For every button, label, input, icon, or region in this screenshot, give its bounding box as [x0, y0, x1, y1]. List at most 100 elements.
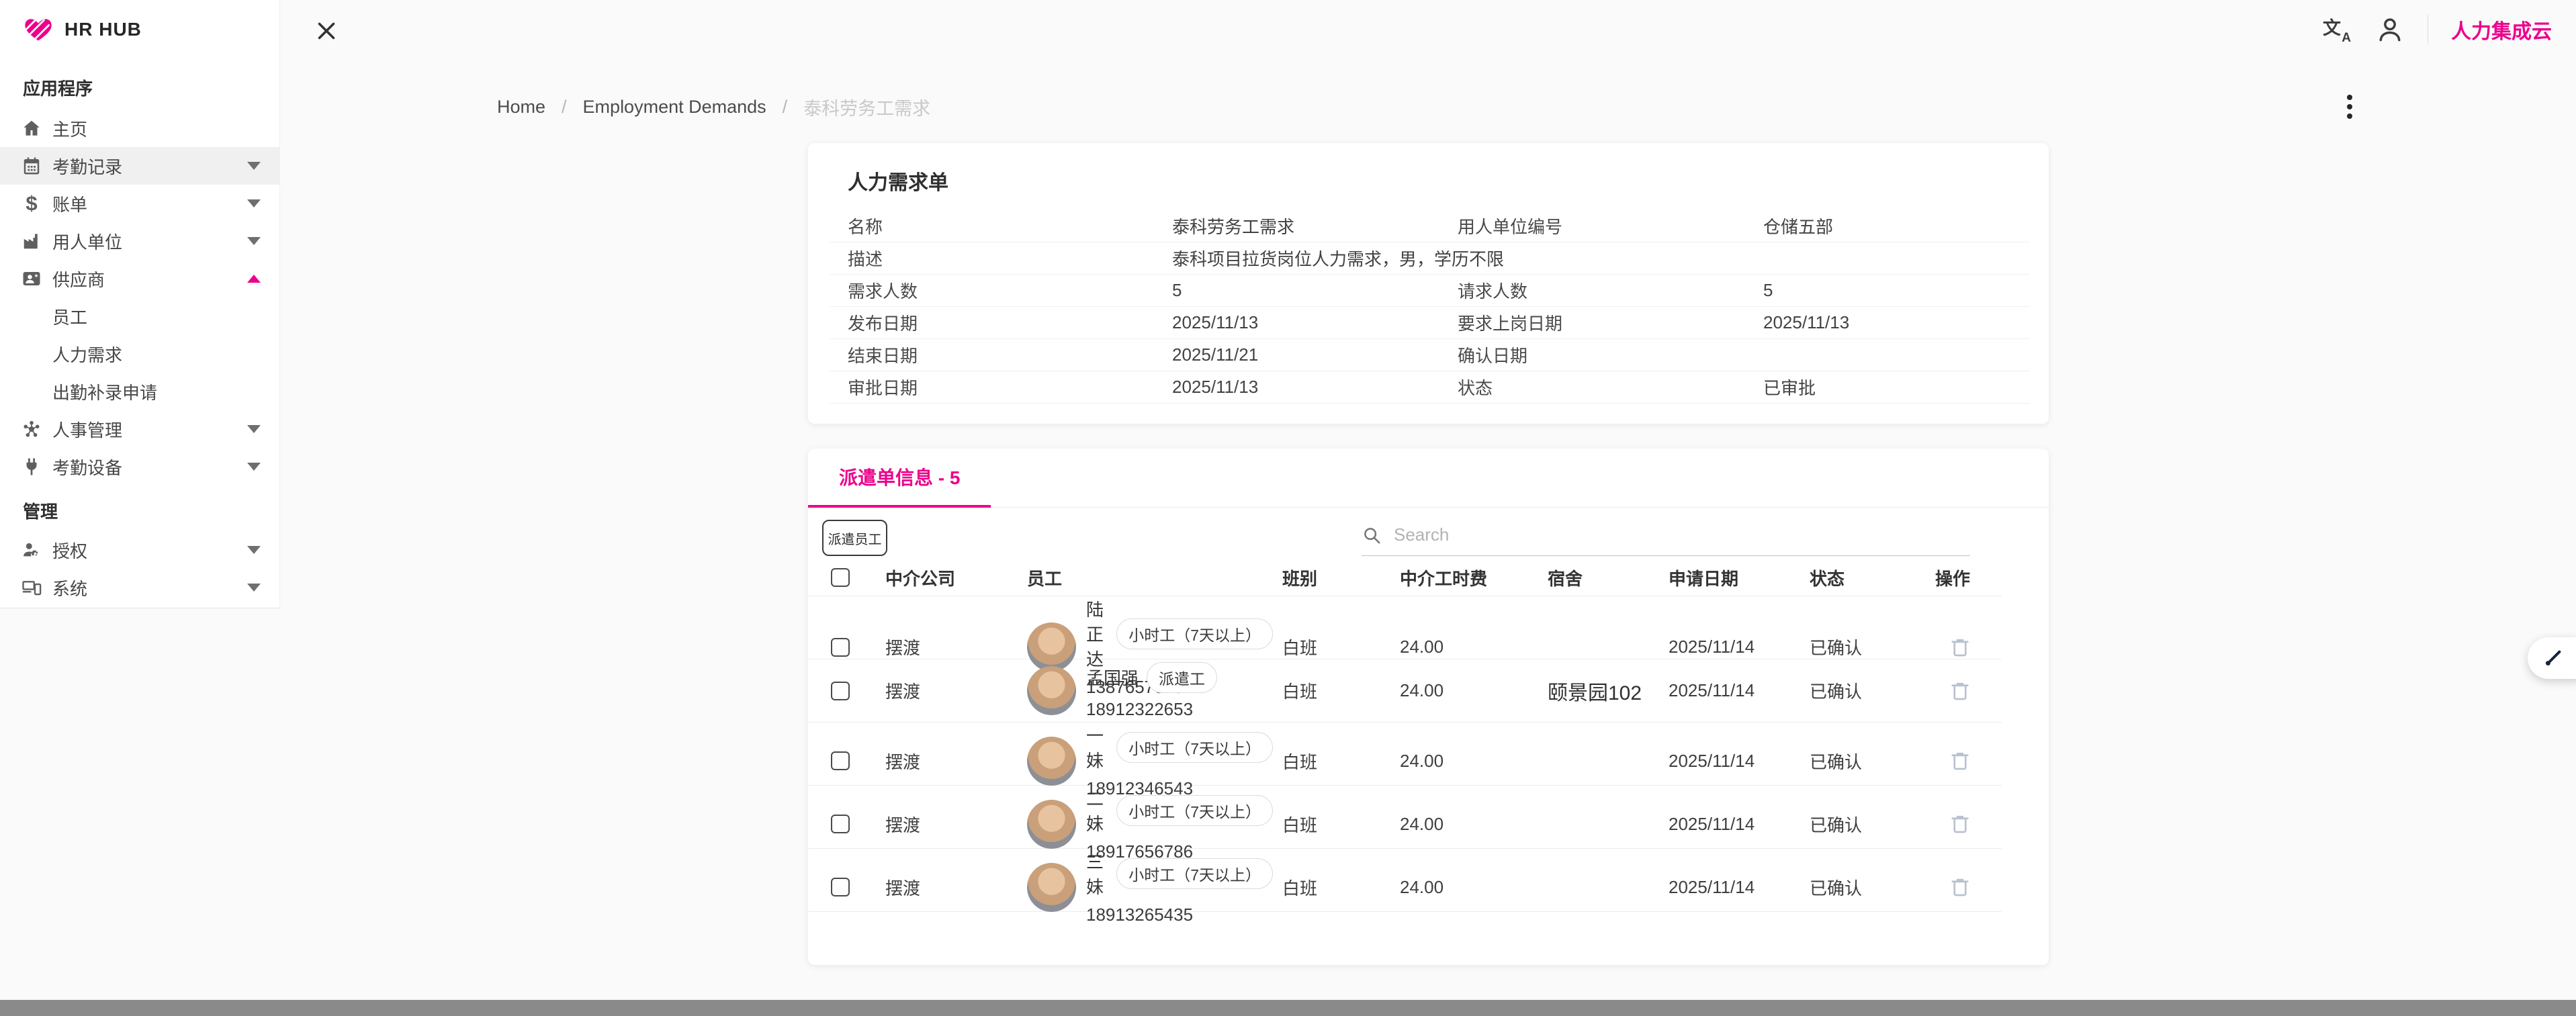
search-input[interactable] [1394, 524, 1970, 545]
delete-button[interactable] [1945, 675, 1975, 707]
row-checkbox[interactable] [831, 682, 850, 700]
sidebar-item-system[interactable]: 系统 [0, 569, 279, 606]
sidebar-subitem-attendance-supplement[interactable]: 出勤补录申请 [0, 373, 279, 410]
sidebar-item-home[interactable]: 主页 [0, 109, 279, 147]
status-cell: 已确认 [1800, 749, 1918, 774]
col-agency-fee: 中介工时费 [1390, 565, 1538, 590]
demand-detail-card: 人力需求单 名称 泰科劳务工需求 用人单位编号 仓储五部 描述 泰科项目拉货岗位… [808, 143, 2049, 424]
supplier-badge-icon [20, 267, 43, 290]
field-label: 需求人数 [830, 278, 1172, 303]
col-apply-date: 申请日期 [1659, 565, 1800, 590]
avatar [1027, 666, 1076, 715]
account-icon[interactable] [2375, 15, 2405, 44]
field-row: 描述 泰科项目拉货岗位人力需求，男，学历不限 [830, 242, 2030, 275]
table-row: 摆渡 一妹 小时工（7天以上） 18912346543 白班 24.00 202… [808, 723, 2002, 786]
brand-logo[interactable]: HR HUB [23, 15, 142, 44]
card-title: 人力需求单 [808, 143, 2049, 195]
status-cell: 已确认 [1800, 678, 1918, 703]
tab-dispatch-info[interactable]: 派遣单信息 - 5 [808, 449, 991, 508]
plug-icon [20, 455, 43, 478]
sidebar-item-attendance-devices[interactable]: 考勤设备 [0, 448, 279, 486]
fee-cell: 24.00 [1390, 877, 1538, 898]
date-cell: 2025/11/14 [1659, 877, 1800, 898]
delete-button[interactable] [1945, 745, 1975, 777]
sidebar-item-bills[interactable]: $ 账单 [0, 185, 279, 222]
avatar [1027, 800, 1076, 849]
sidebar-item-label: 考勤设备 [52, 455, 122, 479]
fee-cell: 24.00 [1390, 637, 1538, 657]
close-drawer-button[interactable] [313, 17, 340, 44]
field-label: 结束日期 [830, 342, 1172, 367]
employee-cell: 孟国强 派遣工 18912322653 [1018, 662, 1273, 720]
delete-button[interactable] [1945, 808, 1975, 840]
table-header-row: 中介公司 员工 班别 中介工时费 宿舍 申请日期 状态 操作 [808, 559, 2002, 596]
employee-name: 二妹 [1086, 786, 1108, 835]
dorm-cell: 颐景园102 [1538, 676, 1659, 706]
row-checkbox[interactable] [831, 878, 850, 896]
date-cell: 2025/11/14 [1659, 814, 1800, 835]
field-value: 5 [1763, 280, 2030, 301]
page-menu-button[interactable] [2336, 92, 2363, 122]
field-value: 2025/11/13 [1172, 312, 1439, 333]
heart-handshake-icon [23, 15, 54, 44]
sidebar-item-label: 授权 [52, 538, 87, 563]
portal-link[interactable]: 人力集成云 [2451, 15, 2556, 44]
field-label: 确认日期 [1439, 342, 1763, 367]
select-all-checkbox[interactable] [831, 568, 850, 587]
sidebar-item-employers[interactable]: 用人单位 [0, 222, 279, 260]
sidebar-item-suppliers[interactable]: 供应商 [0, 260, 279, 297]
row-checkbox[interactable] [831, 751, 850, 770]
agency-cell: 摆渡 [871, 678, 1018, 703]
theme-customizer-button[interactable] [2528, 637, 2576, 679]
sidebar-item-label: 账单 [52, 191, 87, 216]
delete-button[interactable] [1945, 631, 1975, 663]
delete-button[interactable] [1945, 871, 1975, 903]
employee-phone: 18912322653 [1086, 699, 1217, 720]
bottom-scrollbar[interactable] [0, 1000, 2576, 1016]
person-gear-icon [20, 539, 43, 561]
translate-icon[interactable]: 文A [2323, 15, 2352, 44]
breadcrumb: Home / Employment Demands / 泰科劳务工需求 [497, 94, 930, 120]
row-checkbox[interactable] [831, 638, 850, 657]
employee-type-badge: 小时工（7天以上） [1116, 732, 1273, 763]
sidebar-subitem-employees[interactable]: 员工 [0, 297, 279, 335]
avatar [1027, 737, 1076, 786]
sidebar-menu-admin: 授权 系统 [0, 531, 279, 606]
field-label: 状态 [1439, 375, 1763, 400]
field-label: 发布日期 [830, 310, 1172, 335]
fee-cell: 24.00 [1390, 814, 1538, 835]
trash-icon [1948, 635, 1972, 660]
chevron-down-icon [247, 425, 261, 433]
col-shift: 班别 [1273, 565, 1390, 590]
row-checkbox[interactable] [831, 815, 850, 833]
col-status: 状态 [1800, 565, 1918, 590]
field-value: 2025/11/13 [1172, 377, 1439, 398]
employee-phone: 18913265435 [1086, 905, 1273, 925]
breadcrumb-employment-demands[interactable]: Employment Demands [583, 97, 766, 118]
col-actions: 操作 [1918, 565, 2002, 590]
field-label: 描述 [830, 246, 1172, 271]
employee-name: 一妹 [1086, 723, 1108, 772]
sidebar-subitem-hr-demands[interactable]: 人力需求 [0, 335, 279, 373]
sidebar-section-apps: 应用程序 [23, 75, 93, 100]
calendar-icon [20, 154, 43, 177]
breadcrumb-home[interactable]: Home [497, 97, 545, 118]
dispatch-employee-button[interactable]: 派遣员工 [822, 520, 887, 556]
sidebar-item-label: 考勤记录 [52, 154, 122, 179]
field-row: 需求人数 5 请求人数 5 [830, 275, 2030, 307]
sidebar-item-attendance-records[interactable]: 考勤记录 [0, 147, 279, 185]
sidebar-item-authorization[interactable]: 授权 [0, 531, 279, 569]
date-cell: 2025/11/14 [1659, 680, 1800, 701]
fee-cell: 24.00 [1390, 751, 1538, 772]
sidebar-item-label: 系统 [52, 575, 87, 600]
status-cell: 已确认 [1800, 635, 1918, 659]
sidebar-section-admin: 管理 [23, 498, 58, 523]
dollar-icon: $ [20, 192, 43, 215]
close-icon [314, 19, 339, 43]
sidebar-item-label: 人事管理 [52, 417, 122, 442]
employee-type-badge: 小时工（7天以上） [1116, 618, 1273, 649]
sidebar-item-personnel-mgmt[interactable]: 人事管理 [0, 410, 279, 448]
breadcrumb-separator: / [783, 97, 788, 118]
col-dormitory: 宿舍 [1538, 565, 1659, 590]
shift-cell: 白班 [1273, 749, 1390, 774]
